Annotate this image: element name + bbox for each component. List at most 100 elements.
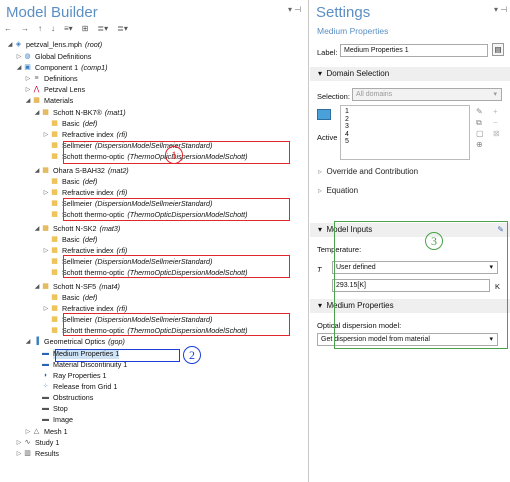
tree-node-label: Release from Grid 1 xyxy=(53,382,118,391)
section-domain-selection[interactable]: ▾ Domain Selection xyxy=(310,67,510,81)
domain-item[interactable]: 3 xyxy=(345,123,465,131)
domain-item[interactable]: 5 xyxy=(345,138,465,146)
property-icon: ▦ xyxy=(51,294,58,301)
filter-icon[interactable]: ≡▾ xyxy=(64,24,73,36)
tree-node[interactable]: ▷ ▦ Refractive index (rfi) xyxy=(42,130,128,140)
tree-node[interactable]: ▷ ◍ Global Definitions xyxy=(15,52,92,62)
property-icon: ▦ xyxy=(51,316,58,323)
temperature-symbol: T xyxy=(317,265,322,274)
expanded-arrow-icon[interactable]: ◢ xyxy=(24,96,32,106)
tree-node[interactable]: ◢ ◈ petzval_lens.mph (root) xyxy=(6,40,102,50)
expanded-arrow-icon[interactable]: ◢ xyxy=(6,40,14,50)
active-toggle-icon[interactable] xyxy=(317,109,331,120)
tree-node[interactable]: ▦ Basic (def) xyxy=(42,177,97,187)
section-override[interactable]: ▹ Override and Contribution xyxy=(310,165,510,179)
tree-node[interactable]: ▷ ⋀ Petzval Lens xyxy=(24,85,85,95)
clear-icon[interactable]: ⊠ xyxy=(493,128,500,139)
wall-icon: ▬ xyxy=(42,405,49,412)
tree-node[interactable]: ◢ ▦ Schott N-SK2 (mat3) xyxy=(33,224,121,234)
tree-node-label: Materials xyxy=(44,96,74,105)
tree-node[interactable]: ◢ ▦ Schott N-BK7® (mat1) xyxy=(33,108,126,118)
wall-icon: ▬ xyxy=(42,416,49,423)
tree-node[interactable]: ◗ Ray Properties 1 xyxy=(33,371,106,381)
tree-node[interactable]: ▷ ▥ Results xyxy=(15,449,59,459)
tree-node[interactable]: ▷ △ Mesh 1 xyxy=(24,427,68,437)
tree-node-label: Schott N-SF5 xyxy=(53,282,97,291)
back-arrow-icon[interactable]: ← xyxy=(4,24,12,36)
pin-icon[interactable]: ▾ ⊣ xyxy=(288,5,301,14)
collapsed-arrow-icon[interactable]: ▷ xyxy=(42,246,50,256)
collapsed-arrow-icon[interactable]: ▷ xyxy=(24,85,32,95)
collapsed-arrow-icon[interactable]: ▷ xyxy=(42,188,50,198)
up-arrow-icon[interactable]: ↑ xyxy=(38,24,42,36)
property-icon: ▦ xyxy=(51,131,58,138)
tree-node[interactable]: ▷ ≡ Definitions xyxy=(24,74,78,84)
tree-node[interactable]: ▦ Basic (def) xyxy=(42,119,97,129)
property-icon: ▦ xyxy=(51,247,58,254)
section-equation[interactable]: ▹ Equation xyxy=(310,184,510,198)
down-arrow-icon[interactable]: ↓ xyxy=(51,24,55,36)
ray-icon: ◗ xyxy=(43,372,48,379)
collapsed-arrow-icon[interactable]: ▷ xyxy=(15,52,23,62)
domain-list[interactable]: 12345 xyxy=(340,105,470,160)
model-builder-panel: Model Builder ▾ ⊣ ← → ↑ ↓ ≡▾ ⊞ ≣▾ ≣▾ ◢ ◈ p… xyxy=(0,0,309,482)
rename-icon[interactable]: ▤ xyxy=(492,43,504,56)
expanded-arrow-icon[interactable]: ◢ xyxy=(33,166,41,176)
selection-dropdown[interactable]: All domains ▾ xyxy=(352,88,502,101)
collapsed-arrow-icon[interactable]: ▷ xyxy=(24,74,32,84)
tree-node[interactable]: ◢ ▐ Geometrical Optics (gop) xyxy=(24,337,125,347)
tree-node-tag: (rfi) xyxy=(116,188,128,197)
pencil-icon[interactable]: ✎ xyxy=(476,106,484,117)
tree-node-label: Schott N-BK7® xyxy=(53,108,102,117)
domain-item[interactable]: 1 xyxy=(345,108,465,116)
tree-node[interactable]: ◢ ▦ Ohara S-BAH32 (mat2) xyxy=(33,166,129,176)
tree-node-label: Global Definitions xyxy=(35,52,92,61)
expanded-arrow-icon[interactable]: ◢ xyxy=(33,282,41,292)
tree-node[interactable]: ⁘ Release from Grid 1 xyxy=(33,382,118,392)
copy-icon[interactable]: ⧉ xyxy=(476,117,484,128)
tree-node[interactable]: ▦ Basic (def) xyxy=(42,293,97,303)
label-field[interactable]: Medium Properties 1 xyxy=(340,44,488,57)
paste-icon[interactable]: ▢ xyxy=(476,128,484,139)
tree-node[interactable]: ▬ Stop xyxy=(33,404,68,414)
expanded-arrow-icon[interactable]: ◢ xyxy=(33,108,41,118)
tree-node[interactable]: ▷ ▦ Refractive index (rfi) xyxy=(42,188,128,198)
property-icon: ▦ xyxy=(51,189,58,196)
settings-pin-icon[interactable]: ▾ ⊣ xyxy=(494,5,507,14)
tree-node[interactable]: ▬ Obstructions xyxy=(33,393,93,403)
expanded-arrow-icon[interactable]: ◢ xyxy=(33,224,41,234)
material-icon: ▦ xyxy=(42,109,49,116)
collapsed-arrow-icon[interactable]: ▷ xyxy=(24,427,32,437)
collapse-icon[interactable]: ≣▾ xyxy=(117,24,128,36)
collapsed-arrow-icon[interactable]: ▷ xyxy=(15,438,23,448)
highlight-box-mat2 xyxy=(63,198,290,221)
tree-node[interactable]: ▷ ∿ Study 1 xyxy=(15,438,60,448)
tree-node-label: Image xyxy=(53,415,73,424)
zoom-icon[interactable]: ⊕ xyxy=(476,139,484,150)
material-icon: ▦ xyxy=(42,283,49,290)
grid-icon: ⁘ xyxy=(42,383,49,390)
tree-node[interactable]: ◢ ▦ Materials xyxy=(24,96,73,106)
tree-node[interactable]: ▬ Image xyxy=(33,415,73,425)
collapsed-arrow-icon[interactable]: ▷ xyxy=(15,449,23,459)
property-icon: ▦ xyxy=(51,178,58,185)
add-icon[interactable]: + xyxy=(493,106,500,117)
expanded-arrow-icon[interactable]: ◢ xyxy=(24,337,32,347)
active-label: Active xyxy=(317,133,338,142)
remove-icon[interactable]: − xyxy=(493,117,500,128)
tree-node[interactable]: ◢ ▦ Schott N-SF5 (mat4) xyxy=(33,282,120,292)
collapsed-arrow-icon[interactable]: ▷ xyxy=(42,304,50,314)
tree-node[interactable]: ◢ ▣ Component 1 (comp1) xyxy=(15,63,108,73)
domain-item[interactable]: 2 xyxy=(345,116,465,124)
collapsed-arrow-icon[interactable]: ▷ xyxy=(42,130,50,140)
component-icon: ▣ xyxy=(24,64,31,71)
expand-icon[interactable]: ≣▾ xyxy=(97,24,108,36)
tree-node[interactable]: ▦ Basic (def) xyxy=(42,235,97,245)
forward-arrow-icon[interactable]: → xyxy=(21,24,29,36)
tree-node-tag: (mat1) xyxy=(104,108,126,117)
property-icon: ▦ xyxy=(51,327,58,334)
domain-item[interactable]: 4 xyxy=(345,131,465,139)
tree-options-icon[interactable]: ⊞ xyxy=(82,24,89,36)
tree-node-label: Basic xyxy=(62,177,80,186)
expanded-arrow-icon[interactable]: ◢ xyxy=(15,63,23,73)
